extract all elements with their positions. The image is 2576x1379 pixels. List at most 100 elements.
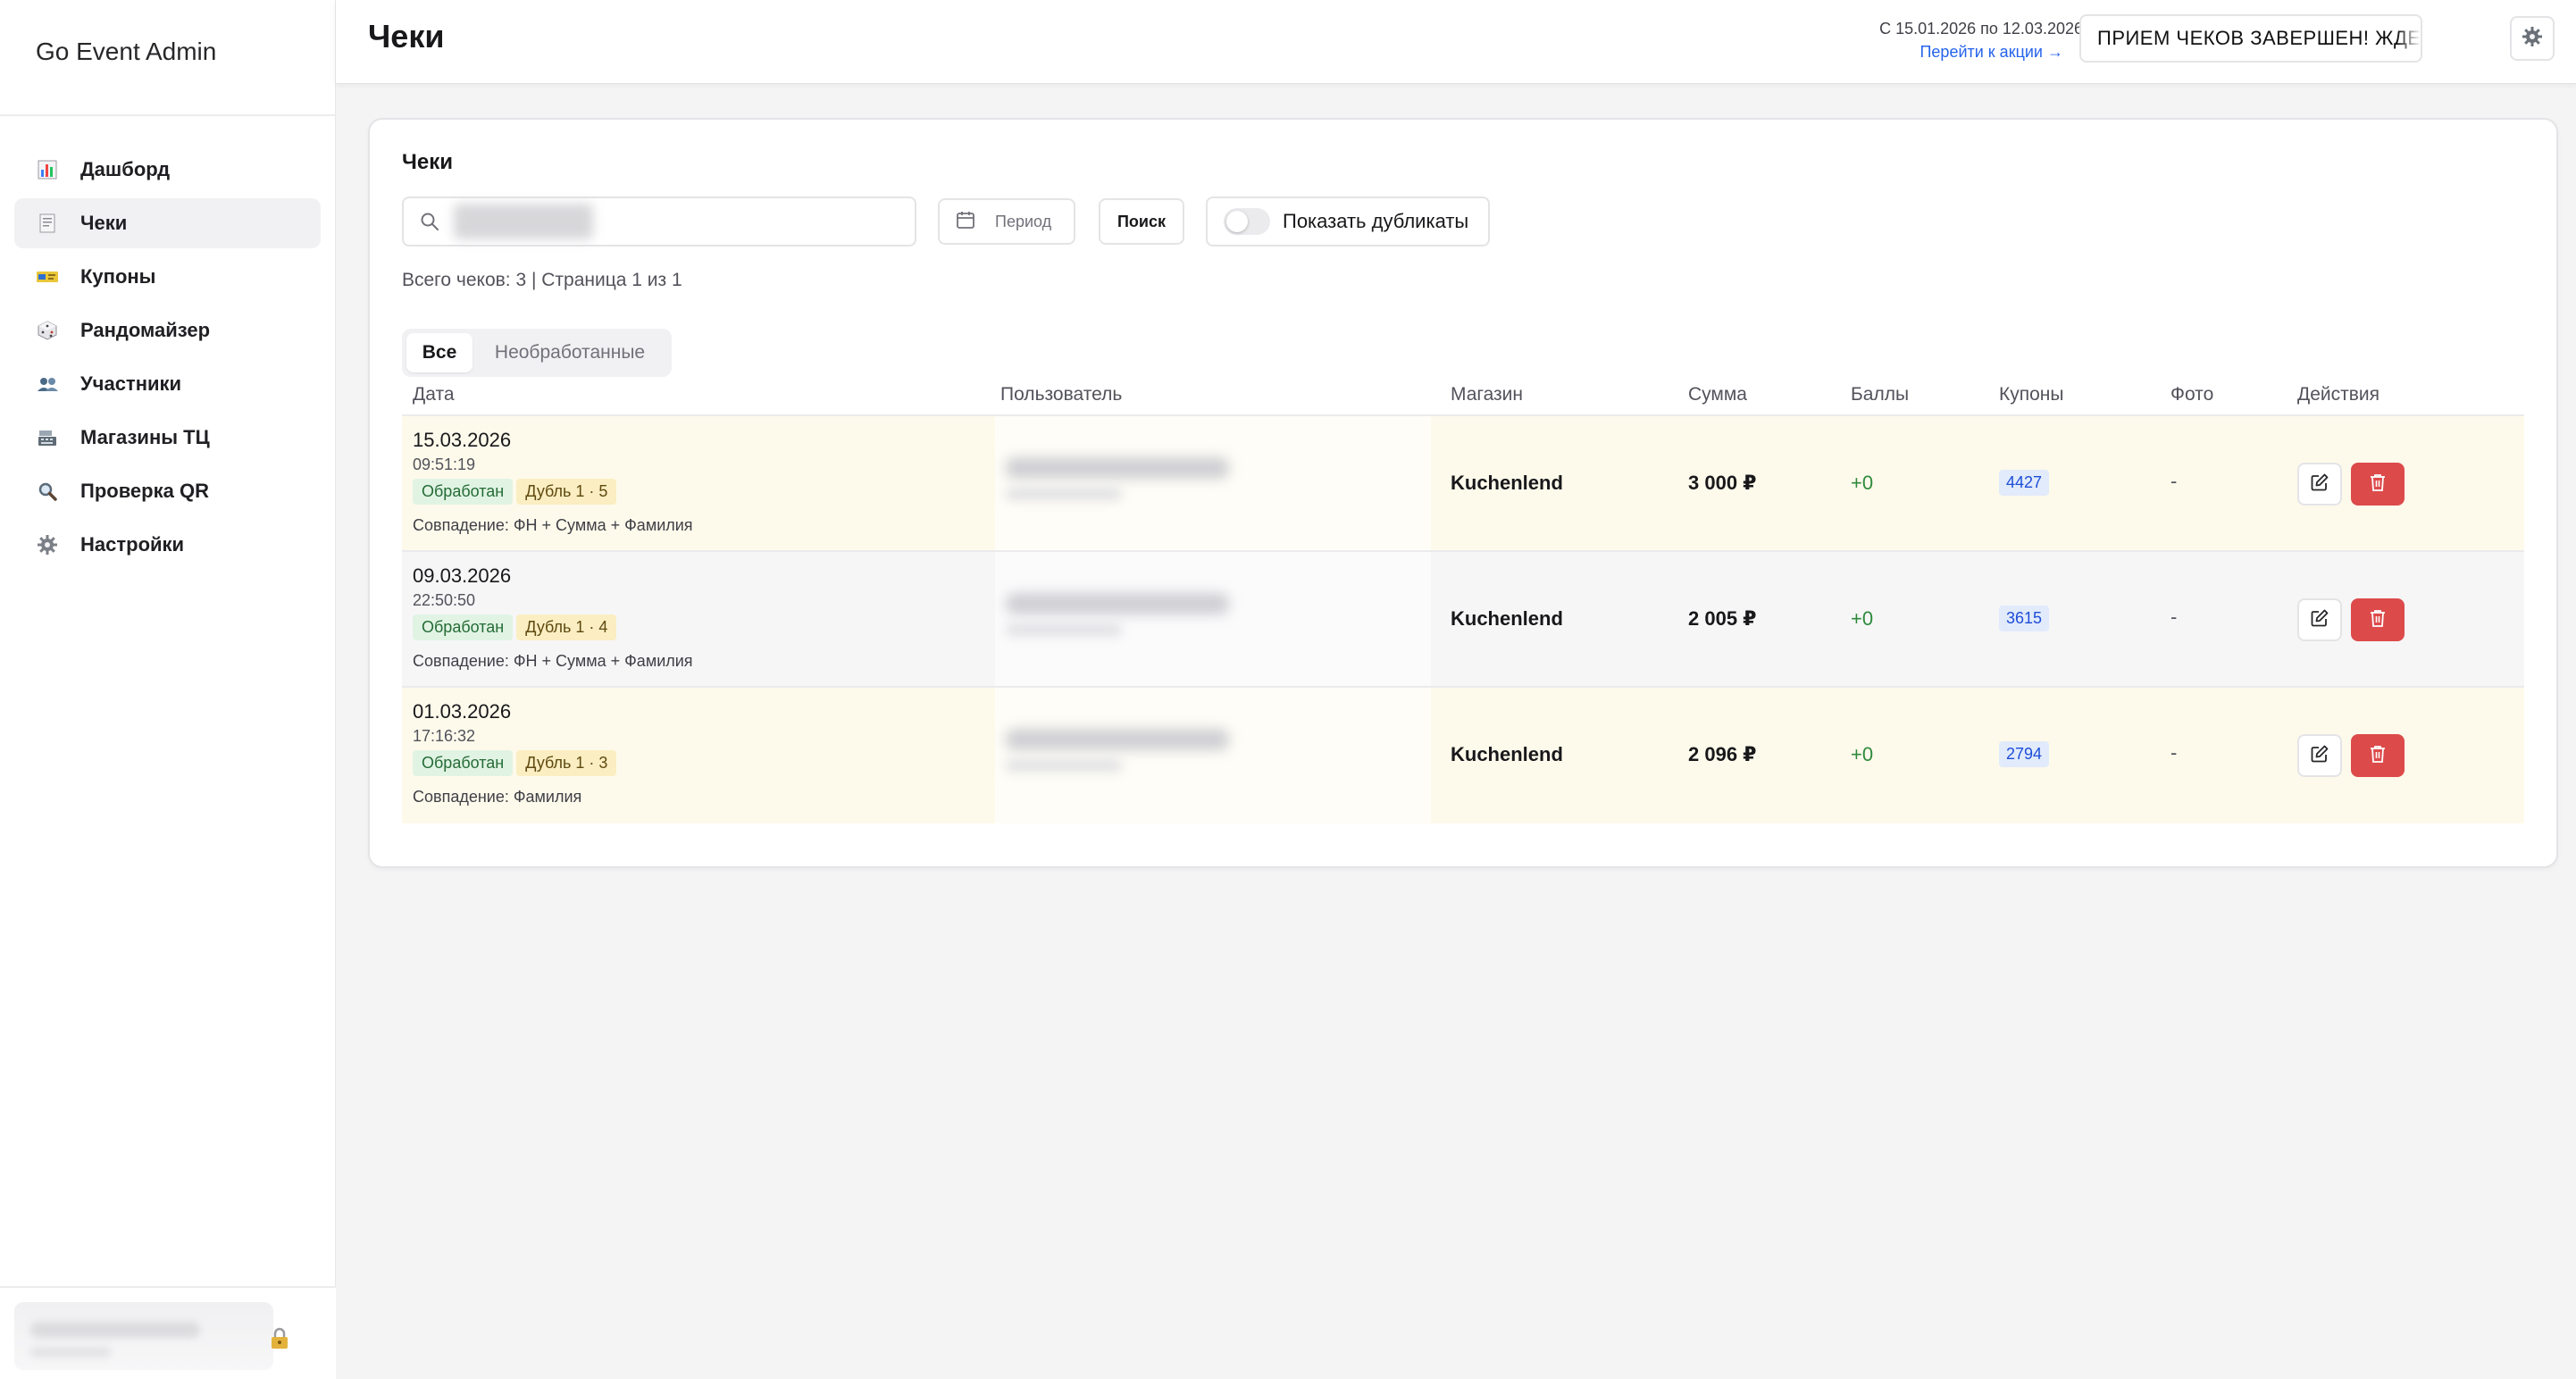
table-row[interactable]: 09.03.2026 22:50:50 Обработан Дубль 1 · … — [402, 552, 2524, 688]
search-button[interactable]: Поиск — [1099, 198, 1184, 245]
edit-button[interactable] — [2297, 598, 2342, 641]
column-header-photo: Фото — [2170, 384, 2214, 405]
sidebar-item-coupons[interactable]: Купоны — [14, 252, 321, 302]
receipts-card: Чеки Период Поиск Показать дубликаты Все… — [368, 118, 2558, 868]
receipt-date: 15.03.2026 — [413, 429, 512, 451]
user-card — [0, 1286, 336, 1379]
sidebar-item-randomizer[interactable]: Рандомайзер — [14, 305, 321, 355]
receipt-points: +0 — [1851, 743, 1874, 765]
receipt-sum: 2 096 ₽ — [1688, 743, 1757, 765]
receipt-badges: Обработан Дубль 1 · 5 — [413, 479, 617, 505]
receipt-icon — [36, 212, 59, 235]
receipt-points: +0 — [1851, 472, 1874, 494]
receipt-time: 17:16:32 — [413, 727, 476, 745]
sidebar-item-label: Купоны — [80, 265, 156, 288]
receipt-points: +0 — [1851, 607, 1874, 630]
sidebar-nav: Дашборд Чеки Купоны Рандомайзер Участник — [0, 116, 335, 570]
duplicates-toggle[interactable]: Показать дубликаты — [1206, 196, 1490, 247]
search-input[interactable] — [450, 205, 897, 239]
edit-button[interactable] — [2297, 734, 2342, 777]
duplicates-switch[interactable] — [1224, 208, 1270, 235]
tab-unprocessed[interactable]: Необработанные — [473, 333, 667, 372]
trash-icon — [2369, 472, 2387, 497]
edit-icon — [2310, 744, 2329, 768]
receipt-badges: Обработан Дубль 1 · 4 — [413, 614, 617, 640]
cash-register-icon — [36, 426, 59, 449]
receipts-table: Дата Пользователь Магазин Сумма Баллы Ку… — [402, 382, 2524, 823]
promo-status-banner[interactable]: ПРИЕМ ЧЕКОВ ЗАВЕРШЕН! ЖДЕ — [2079, 14, 2422, 63]
calendar-icon — [956, 210, 975, 234]
search-field[interactable] — [402, 196, 916, 247]
column-header-date: Дата — [413, 384, 455, 405]
column-header-coupons: Купоны — [1999, 384, 2064, 405]
gear-icon — [36, 533, 59, 556]
receipt-photo: - — [2170, 470, 2178, 492]
delete-button[interactable] — [2351, 463, 2405, 506]
match-info: Совпадение: Фамилия — [413, 788, 582, 806]
sidebar-item-participants[interactable]: Участники — [14, 359, 321, 409]
user-info-redacted — [995, 688, 1431, 823]
edit-icon — [2310, 608, 2329, 632]
people-icon — [36, 372, 59, 396]
table-row[interactable]: 15.03.2026 09:51:19 Обработан Дубль 1 · … — [402, 416, 2524, 552]
column-header-sum: Сумма — [1688, 384, 1747, 405]
tab-all[interactable]: Все — [406, 333, 473, 372]
column-header-actions: Действия — [2297, 384, 2380, 405]
dice-icon — [36, 319, 59, 342]
sidebar-item-stores[interactable]: Магазины ТЦ — [14, 413, 321, 463]
theme-settings-button[interactable] — [2510, 16, 2555, 61]
match-info: Совпадение: ФН + Сумма + Фамилия — [413, 652, 693, 670]
sidebar-item-label: Участники — [80, 372, 182, 395]
coupon-badge[interactable]: 2794 — [1999, 741, 2050, 767]
receipt-date: 09.03.2026 — [413, 564, 512, 587]
column-header-points: Баллы — [1851, 384, 1910, 405]
period-picker-button[interactable]: Период — [938, 198, 1075, 245]
table-row[interactable]: 01.03.2026 17:16:32 Обработан Дубль 1 · … — [402, 688, 2524, 823]
sidebar-item-qr-check[interactable]: Проверка QR — [14, 466, 321, 516]
top-bar: Чеки С 15.01.2026 по 12.03.2026 Перейти … — [336, 0, 2576, 84]
coupon-badge[interactable]: 3615 — [1999, 606, 2050, 631]
trash-icon — [2369, 744, 2387, 768]
duplicate-badge: Дубль 1 · 3 — [516, 750, 617, 776]
sidebar-item-label: Дашборд — [80, 158, 171, 180]
receipt-time: 09:51:19 — [413, 455, 476, 473]
coupon-badge[interactable]: 4427 — [1999, 470, 2050, 496]
promo-link[interactable]: Перейти к акции → — [1919, 43, 2063, 62]
user-info-redacted — [995, 552, 1431, 686]
column-header-user: Пользователь — [1000, 384, 1123, 405]
sidebar-item-receipts[interactable]: Чеки — [14, 198, 321, 248]
receipt-date: 01.03.2026 — [413, 700, 512, 723]
page-title: Чеки — [368, 18, 445, 54]
delete-button[interactable] — [2351, 734, 2405, 777]
receipt-badges: Обработан Дубль 1 · 3 — [413, 750, 617, 776]
column-header-shop: Магазин — [1451, 384, 1524, 405]
sidebar-item-label: Чеки — [80, 212, 128, 234]
avatar — [14, 1302, 273, 1370]
sidebar-item-label: Проверка QR — [80, 480, 209, 502]
table-header: Дата Пользователь Магазин Сумма Баллы Ку… — [402, 382, 2524, 416]
edit-icon — [2310, 472, 2329, 497]
delete-button[interactable] — [2351, 598, 2405, 641]
sidebar-item-label: Рандомайзер — [80, 319, 211, 341]
pagination-summary: Всего чеков: 3 | Страница 1 из 1 — [402, 270, 682, 290]
user-info-redacted — [995, 416, 1431, 550]
edit-button[interactable] — [2297, 463, 2342, 506]
receipt-sum: 2 005 ₽ — [1688, 607, 1757, 630]
sidebar-item-settings[interactable]: Настройки — [14, 520, 321, 570]
receipt-sum: 3 000 ₽ — [1688, 472, 1757, 494]
lock-icon[interactable] — [270, 1327, 289, 1350]
status-badge: Обработан — [413, 614, 514, 640]
period-label: Период — [995, 212, 1052, 230]
sidebar-item-dashboard[interactable]: Дашборд — [14, 145, 321, 195]
ticket-icon — [36, 265, 59, 288]
shop-name: Kuchenlend — [1451, 743, 1563, 765]
shop-name: Kuchenlend — [1451, 607, 1563, 630]
sidebar: Go Event Admin Дашборд Чеки Купоны Рандо… — [0, 0, 336, 1379]
sidebar-item-label: Магазины ТЦ — [80, 426, 210, 448]
duplicates-label: Показать дубликаты — [1283, 210, 1469, 232]
promo-dates: С 15.01.2026 по 12.03.2026 — [1879, 20, 2083, 38]
match-info: Совпадение: ФН + Сумма + Фамилия — [413, 516, 693, 534]
app-title: Go Event Admin — [0, 0, 335, 116]
gear-icon — [2522, 26, 2543, 52]
status-badge: Обработан — [413, 479, 514, 505]
